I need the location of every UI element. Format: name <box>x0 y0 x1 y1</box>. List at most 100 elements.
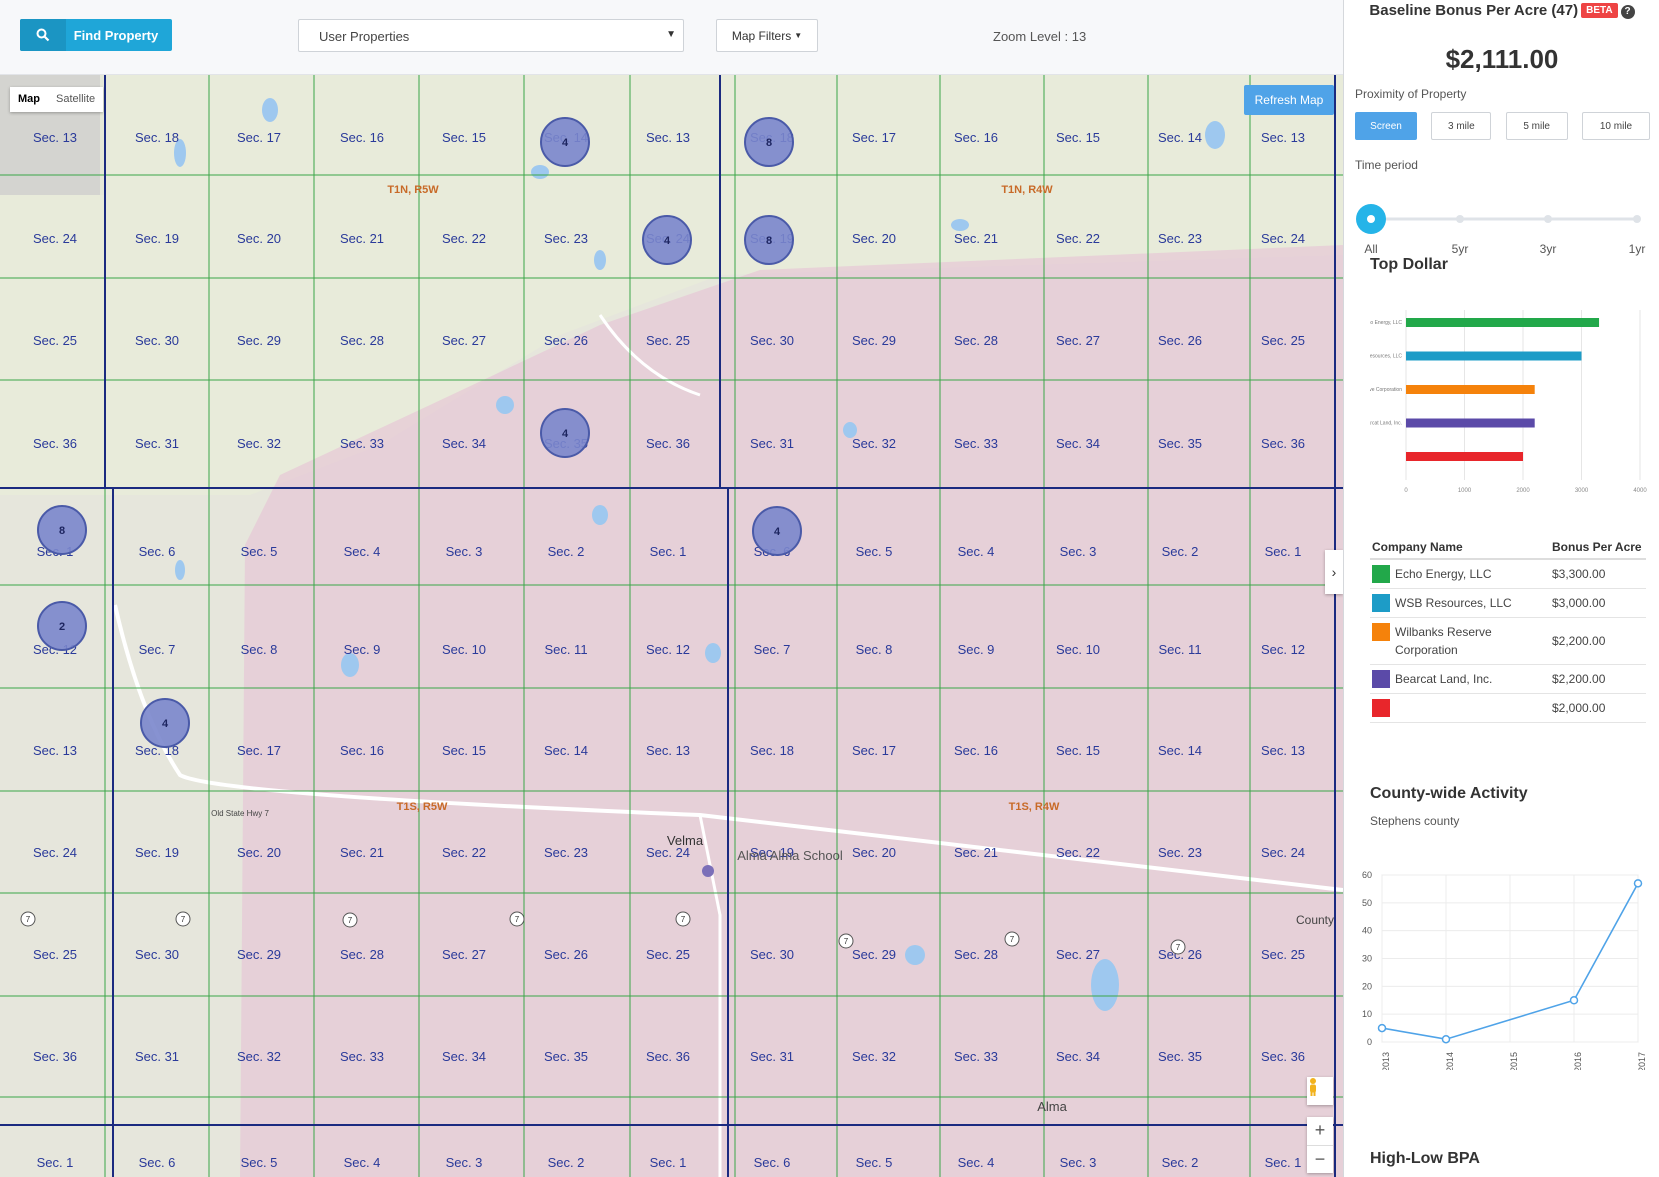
slider-label-5yr: 5yr <box>1452 242 1469 256</box>
school-pin-icon[interactable] <box>702 865 714 877</box>
col-company-name: Company Name <box>1370 536 1550 560</box>
section-label: Sec. 31 <box>135 436 179 451</box>
section-label: Sec. 25 <box>646 333 690 348</box>
highway-7-shield-icon: 7 <box>838 933 854 949</box>
section-label: Sec. 17 <box>852 130 896 145</box>
table-row: $2,000.00 <box>1370 693 1646 723</box>
section-label: Sec. 3 <box>446 544 483 559</box>
company-cell: Bearcat Land, Inc. <box>1370 664 1550 694</box>
bonus-amount: $3,300.00 <box>1550 559 1646 589</box>
street-view-pegman-icon[interactable] <box>1307 1077 1333 1105</box>
slider-stop-3yr[interactable] <box>1544 215 1552 223</box>
legend-swatch <box>1372 565 1390 583</box>
company-name: Wilbanks Reserve Corporation <box>1395 625 1492 657</box>
property-cluster-marker[interactable]: 4 <box>642 215 692 265</box>
section-label: Sec. 1 <box>650 1155 687 1170</box>
section-label: Sec. 5 <box>241 544 278 559</box>
section-label: Sec. 13 <box>1261 743 1305 758</box>
slider-stop-1yr[interactable] <box>1633 215 1641 223</box>
slider-stop-5yr[interactable] <box>1456 215 1464 223</box>
property-cluster-marker[interactable]: 4 <box>752 506 802 556</box>
line-x-tick: 2015 <box>1509 1052 1519 1070</box>
cluster-count: 4 <box>664 235 671 247</box>
section-label: Sec. 2 <box>1162 1155 1199 1170</box>
map-type-satellite[interactable]: Satellite <box>48 87 103 112</box>
zoom-in-icon[interactable]: + <box>1307 1117 1333 1145</box>
section-label: Sec. 36 <box>646 1049 690 1064</box>
section-label: Sec. 30 <box>750 333 794 348</box>
proximity-5-mile-button[interactable]: 5 mile <box>1505 112 1568 140</box>
section-label: Sec. 24 <box>33 231 77 246</box>
bonus-amount: $2,000.00 <box>1550 693 1646 723</box>
line-x-tick: 2016 <box>1573 1052 1583 1070</box>
map-layer[interactable]: Sec. 13 Sec. 18 Sec. 17 Sec. 16 Sec. 15 Sec. … <box>0 75 1343 1177</box>
line-y-tick: 10 <box>1362 1009 1372 1019</box>
property-cluster-marker[interactable]: 4 <box>140 698 190 748</box>
map-water-body <box>1091 959 1119 1011</box>
section-label: Sec. 32 <box>852 436 896 451</box>
time-period-label: Time period <box>1355 158 1418 172</box>
property-cluster-marker[interactable]: 2 <box>37 601 87 651</box>
bar <box>1406 385 1535 394</box>
section-label: Sec. 35 <box>1158 1049 1202 1064</box>
section-label: Sec. 2 <box>548 544 585 559</box>
company-name: Bearcat Land, Inc. <box>1395 672 1493 686</box>
help-icon[interactable]: ? <box>1620 5 1635 19</box>
section-label: Sec. 23 <box>544 845 588 860</box>
property-type-select[interactable]: User Properties ▼ <box>298 19 684 52</box>
svg-text:7: 7 <box>515 915 520 924</box>
section-label: Sec. 4 <box>344 1155 381 1170</box>
chevron-right-icon[interactable]: › <box>1325 550 1343 594</box>
property-cluster-marker[interactable]: 8 <box>744 117 794 167</box>
company-cell <box>1370 693 1550 723</box>
bar <box>1406 318 1600 327</box>
map-filters-button[interactable]: Map Filters ▼ <box>716 19 818 52</box>
section-label: Sec. 24 <box>33 845 77 860</box>
property-cluster-marker[interactable]: 8 <box>37 505 87 555</box>
section-label: Sec. 36 <box>33 436 77 451</box>
bar <box>1406 418 1535 428</box>
bar-category-label: WSB Resources, LLC <box>1370 354 1402 360</box>
section-label: Sec. 29 <box>852 333 896 348</box>
line-y-tick: 50 <box>1362 898 1372 908</box>
legend-swatch <box>1372 699 1390 717</box>
section-label: Sec. 28 <box>954 333 998 348</box>
map-canvas[interactable]: Sec. 13 Sec. 18 Sec. 17 Sec. 16 Sec. 15 Sec. … <box>0 75 1343 1177</box>
section-label: Sec. 34 <box>442 436 486 451</box>
find-property-button[interactable]: Find Property <box>20 19 172 51</box>
section-label: Sec. 10 <box>1056 642 1100 657</box>
section-label: Sec. 34 <box>442 1049 486 1064</box>
place-label: Old State Hwy 7 <box>211 809 269 818</box>
map-type-map[interactable]: Map <box>10 87 48 112</box>
proximity-3-mile-button[interactable]: 3 mile <box>1431 112 1492 140</box>
proximity-label: Proximity of Property <box>1355 87 1467 101</box>
svg-text:7: 7 <box>26 915 31 924</box>
top-toolbar: Find Property User Properties ▼ Map Filt… <box>0 0 1343 75</box>
section-label: Sec. 21 <box>954 845 998 860</box>
legend-swatch <box>1372 670 1390 688</box>
section-label: Sec. 34 <box>1056 1049 1100 1064</box>
bar-category-label: Bearcat Land, Inc. <box>1370 421 1402 427</box>
legend-swatch <box>1372 623 1390 641</box>
proximity-10-mile-button[interactable]: 10 mile <box>1581 112 1650 140</box>
section-label: Sec. 6 <box>139 1155 176 1170</box>
map-filters-label: Map Filters <box>731 28 792 43</box>
bar-x-tick: 2000 <box>1516 488 1530 494</box>
highway-7-shield-icon: 7 <box>342 912 358 928</box>
line-point <box>1569 996 1579 1005</box>
zoom-out-icon[interactable]: − <box>1307 1146 1333 1174</box>
time-period-slider[interactable]: All 5yr 3yr 1yr <box>1355 202 1650 262</box>
section-label: Sec. 1 <box>1265 1155 1302 1170</box>
property-cluster-marker[interactable]: 4 <box>540 117 590 167</box>
bonus-per-acre-table: Company Name Bonus Per Acre Echo Energy,… <box>1370 536 1646 723</box>
section-label: Sec. 35 <box>1158 436 1202 451</box>
line-x-tick: 2013 <box>1381 1052 1391 1070</box>
property-cluster-marker[interactable]: 4 <box>540 408 590 458</box>
proximity-screen-button[interactable]: Screen <box>1355 112 1417 140</box>
section-label: Sec. 18 <box>135 130 179 145</box>
section-label: Sec. 25 <box>1261 947 1305 962</box>
refresh-map-button[interactable]: Refresh Map <box>1244 85 1334 115</box>
section-label: Sec. 20 <box>852 231 896 246</box>
high-low-bpa-title: High-Low BPA <box>1370 1150 1480 1167</box>
property-cluster-marker[interactable]: 8 <box>744 215 794 265</box>
